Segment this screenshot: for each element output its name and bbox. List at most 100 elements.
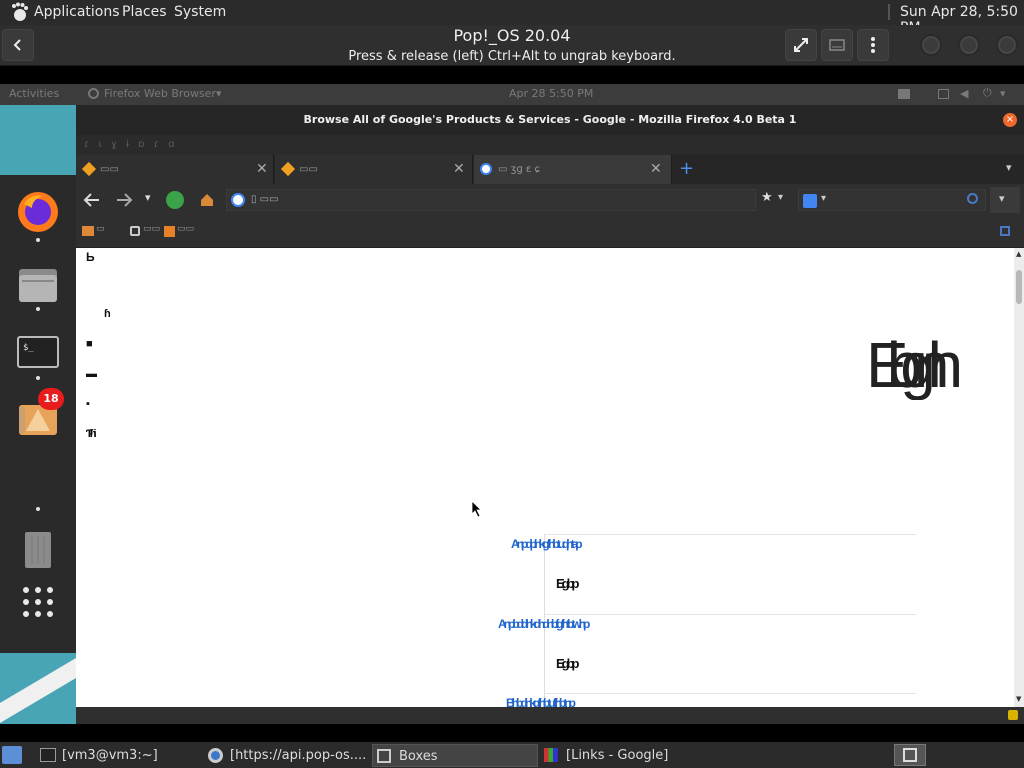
keyboard-button[interactable] xyxy=(821,29,853,61)
files-icon[interactable] xyxy=(18,265,58,305)
taskbar-item-boxes[interactable]: Boxes xyxy=(372,744,538,767)
product-link[interactable]: Anpbddlnkdhdnbfgfhtbtwhp xyxy=(498,617,590,631)
wallpaper-stripe xyxy=(0,658,76,723)
maximize-button[interactable] xyxy=(958,34,980,56)
row-divider xyxy=(544,693,916,694)
firefox-menubar[interactable]: ɾ ɩ ɣ ɨ ɒ ɾ ɑ xyxy=(76,135,1024,155)
new-tab-plus-icon[interactable]: + xyxy=(679,158,694,179)
forward-arrow-icon[interactable] xyxy=(114,192,134,208)
product-link[interactable]: Anpdplnkgflhbtuqhtap xyxy=(511,537,583,551)
bookmark-star-icon[interactable]: ★ xyxy=(761,190,773,205)
left-item[interactable]: Ь xyxy=(86,250,94,264)
fullscreen-button[interactable] xyxy=(785,29,817,61)
dock-wallpaper-bottom xyxy=(0,653,76,724)
bookmark-item[interactable]: ▭ xyxy=(96,224,105,234)
boxes-icon xyxy=(377,749,391,763)
google-search-engine-icon[interactable] xyxy=(803,194,817,208)
menu-chevron-icon: ▾ xyxy=(999,192,1005,205)
search-box[interactable]: ▾ xyxy=(798,189,986,211)
app-menu[interactable]: Firefox Web Browser xyxy=(104,87,216,100)
running-indicator xyxy=(36,307,40,311)
left-item[interactable]: ▪ xyxy=(86,398,90,410)
home-icon[interactable] xyxy=(199,192,215,208)
left-item[interactable]: ▬ xyxy=(86,368,97,380)
taskbar-label: [https://api.pop-os.... xyxy=(230,748,367,763)
guest-clock[interactable]: Apr 28 5:50 PM xyxy=(509,87,593,100)
url-text: ▯ ▭▭ xyxy=(251,194,279,205)
left-item[interactable]: Ƭɨɦi xyxy=(86,428,96,440)
trash-icon[interactable] xyxy=(22,528,54,570)
minimize-button[interactable] xyxy=(920,34,942,56)
bookmarks-folder-icon[interactable] xyxy=(82,226,94,236)
tab-label: ▭▭ xyxy=(100,164,119,175)
navigation-toolbar: ▾ ▯ ▭▭ ★ ▾ ▾ ▾ xyxy=(76,184,1024,216)
chevron-down-icon[interactable]: ▾ xyxy=(821,193,826,204)
menu-applications[interactable]: Applications xyxy=(34,4,120,20)
left-item[interactable]: ɦ xyxy=(104,308,111,320)
sidebar-icon[interactable] xyxy=(1000,226,1010,236)
search-icon[interactable] xyxy=(967,193,978,204)
menu-system[interactable]: System xyxy=(174,4,226,20)
google-favicon-icon xyxy=(480,163,492,175)
chromium-icon xyxy=(208,748,223,763)
site-identity-icon xyxy=(231,193,245,207)
product-label: Egbp xyxy=(556,576,579,591)
url-bar[interactable]: ▯ ▭▭ xyxy=(226,189,756,211)
back-arrow-icon[interactable] xyxy=(82,192,102,208)
gnome-foot-icon[interactable] xyxy=(10,2,30,22)
taskbar-item-terminal[interactable]: [vm3@vm3:~] xyxy=(36,744,200,767)
separator-dot xyxy=(36,507,40,511)
svg-text:$_: $_ xyxy=(23,343,34,353)
activities-button[interactable]: Activities xyxy=(9,87,59,100)
history-dropdown-icon[interactable]: ▾ xyxy=(145,191,151,204)
app-grid-icon[interactable] xyxy=(22,586,54,618)
guest-top-bar: Activities Firefox Web Browser ▾ Apr 28 … xyxy=(0,84,1024,105)
menu-places[interactable]: Places xyxy=(122,4,167,20)
close-button[interactable] xyxy=(996,34,1018,56)
tab-active[interactable]: ▭ ʒɡ ɛ ɕ ✕ xyxy=(474,155,672,184)
tab-favicon-icon xyxy=(280,161,296,177)
product-link[interactable]: Bhbdlnkgflhbtuffhbtnp xyxy=(506,696,576,707)
tab[interactable]: ▭▭ ✕ xyxy=(76,155,274,184)
taskbar-item-chromium[interactable]: [https://api.pop-os.... xyxy=(204,744,368,767)
taskbar-item-links[interactable]: [Links - Google] xyxy=(540,744,706,767)
scroll-down-icon[interactable]: ▼ xyxy=(1016,695,1021,703)
dock-wallpaper-top xyxy=(0,105,76,175)
volume-icon: ◀ xyxy=(960,87,969,100)
scroll-up-icon[interactable]: ▲ xyxy=(1016,250,1021,258)
left-item[interactable]: ■ xyxy=(86,338,92,350)
running-indicator xyxy=(36,238,40,242)
bookmark-page-icon[interactable] xyxy=(130,226,140,236)
power-icon[interactable]: ⏻ xyxy=(983,86,992,100)
page-content[interactable]: Ь ɦ ■ ▬ ▪ Ƭɨɦi Ebgnh Anpdplnkgflhbtuqhta… xyxy=(76,248,1014,707)
firefox-window: Browse All of Google's Products & Servic… xyxy=(76,105,1024,724)
tab-close-icon[interactable]: ✕ xyxy=(256,155,268,184)
chevron-down-icon: ▾ xyxy=(216,87,222,100)
menu-button[interactable] xyxy=(857,29,889,61)
workspace-switcher[interactable] xyxy=(894,744,926,766)
tab-list-chevron-icon[interactable]: ▾ xyxy=(1006,161,1012,174)
tab-close-icon[interactable]: ✕ xyxy=(650,155,662,184)
tab-close-icon[interactable]: ✕ xyxy=(453,155,465,184)
reload-icon[interactable] xyxy=(166,191,184,209)
keyboard-icon xyxy=(829,39,845,51)
chevron-down-icon[interactable]: ▾ xyxy=(778,192,783,203)
close-icon[interactable]: × xyxy=(1003,113,1017,127)
guest-display[interactable]: Activities Firefox Web Browser ▾ Apr 28 … xyxy=(0,84,1024,724)
rss-feed-icon[interactable] xyxy=(164,226,175,237)
separator xyxy=(888,4,890,20)
bookmark-item[interactable]: ▭▭ xyxy=(177,224,194,234)
page-heading: Ebgnh xyxy=(866,330,963,400)
show-desktop-icon[interactable] xyxy=(2,746,22,764)
bookmark-item[interactable]: ▭▭ xyxy=(143,224,160,234)
addon-bar-icon[interactable] xyxy=(1008,710,1018,720)
tab[interactable]: ▭▭ ✕ xyxy=(275,155,473,184)
vertical-scrollbar[interactable]: ▲ ▼ xyxy=(1014,248,1024,707)
links-icon xyxy=(544,748,558,762)
scrollbar-thumb[interactable] xyxy=(1016,270,1022,304)
taskbar-label: [Links - Google] xyxy=(566,748,669,763)
menu-button[interactable]: ▾ xyxy=(990,187,1020,213)
firefox-icon[interactable] xyxy=(16,190,60,234)
bookmarks-toolbar: ▭ ▭▭ ▭▭ xyxy=(76,216,1024,248)
terminal-icon[interactable]: $_ xyxy=(17,336,59,368)
